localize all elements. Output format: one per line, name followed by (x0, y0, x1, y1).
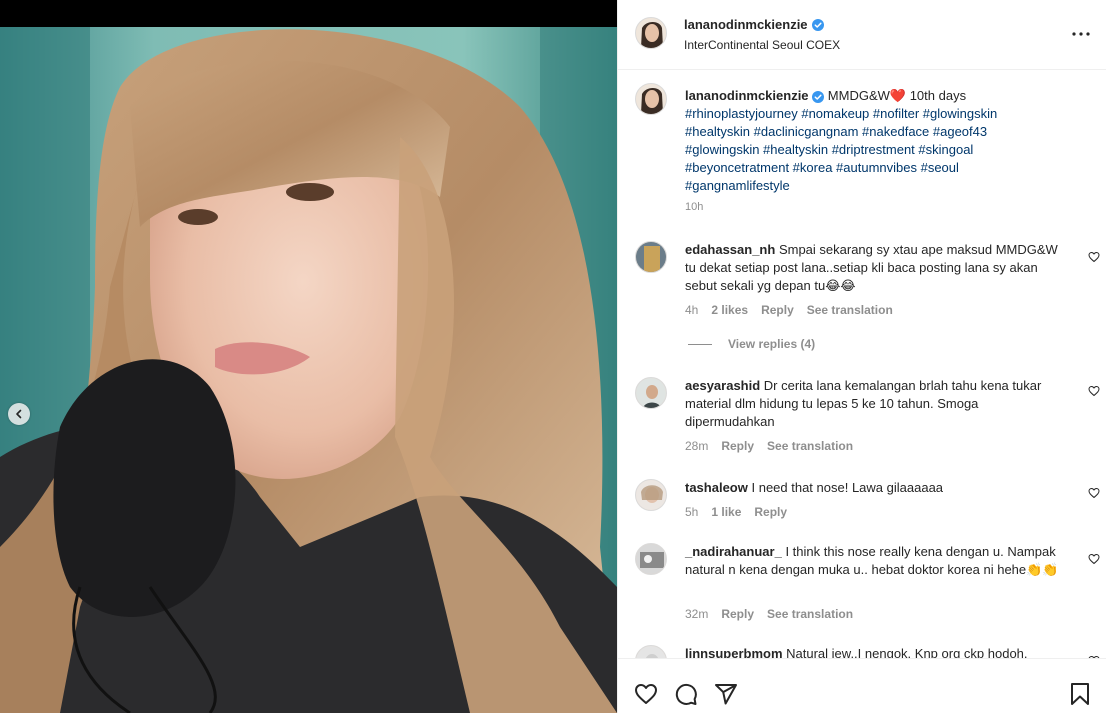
bookmark-icon[interactable] (1068, 682, 1092, 706)
comment-reply-button[interactable]: Reply (754, 505, 787, 519)
commenter-avatar[interactable] (635, 645, 667, 658)
verified-badge-icon (812, 90, 825, 103)
caption-timestamp: 10h (685, 201, 704, 213)
commenter-avatar-image (636, 242, 666, 272)
commenter-avatar[interactable] (635, 479, 667, 511)
comment-reply-button[interactable]: Reply (721, 607, 754, 621)
comment-like-heart-icon[interactable] (1088, 553, 1100, 565)
commenter-avatar-image (636, 544, 666, 574)
view-replies-button[interactable]: View replies (4) (688, 337, 815, 351)
comment-text-block: edahassan_nh Smpai sekarang sy xtau ape … (685, 241, 1063, 295)
comment-text: Natural jew..I nengok. Knp org ckp hodoh… (786, 646, 1028, 658)
comment-like-heart-icon[interactable] (1088, 251, 1100, 263)
comment-time: 32m (685, 607, 709, 621)
post-photo (0, 27, 617, 713)
comment-translate-button[interactable]: See translation (767, 607, 853, 621)
view-replies-label: View replies (4) (728, 337, 816, 351)
comment-like-heart-icon[interactable] (1088, 385, 1100, 397)
comment-meta: 5h 1 like Reply (685, 505, 787, 519)
previous-media-button[interactable] (8, 403, 30, 425)
heart-icon[interactable] (634, 682, 658, 706)
media-top-bar (0, 0, 617, 27)
author-avatar[interactable] (635, 17, 667, 49)
header-username[interactable]: lananodinmckienzie (684, 17, 808, 32)
commenter-avatar-image (636, 480, 666, 510)
comments-scroll-area[interactable]: lananodinmckienzie MMDG&W❤️ 10th days #r… (618, 71, 1106, 658)
author-avatar-image (636, 18, 666, 48)
header-username-row: lananodinmckienzie (684, 17, 824, 32)
comment-text-block: _nadirahanuar_ I think this nose really … (685, 543, 1063, 579)
share-icon[interactable] (714, 682, 738, 706)
comment-username[interactable]: edahassan_nh (685, 242, 775, 257)
comment-time: 5h (685, 505, 699, 519)
caption-lead: MMDG&W❤️ 10th days (827, 88, 967, 103)
comment-meta: 28m Reply See translation (685, 439, 853, 453)
instagram-post-view: lananodinmckienzie InterContinental Seou… (0, 0, 1106, 713)
comment-reply-button[interactable]: Reply (721, 439, 754, 453)
comment-translate-button[interactable]: See translation (767, 439, 853, 453)
commenter-avatar-image (636, 378, 666, 408)
caption-hashtags[interactable]: #rhinoplastyjourney #nomakeup #nofilter … (685, 106, 997, 193)
commenter-avatar[interactable] (635, 543, 667, 575)
comment-username[interactable]: tashaleow (685, 480, 748, 495)
post-media (0, 0, 617, 713)
comment-username[interactable]: linnsuperbmom (685, 646, 783, 658)
caption-username[interactable]: lananodinmckienzie (685, 88, 809, 103)
comment-translate-button[interactable]: See translation (807, 303, 893, 317)
view-replies-line (688, 343, 712, 345)
comment-reply-button[interactable]: Reply (761, 303, 794, 317)
post-action-bar (618, 658, 1106, 713)
post-location[interactable]: InterContinental Seoul COEX (684, 38, 840, 52)
comment-likes[interactable]: 1 like (711, 505, 741, 519)
chevron-left-icon (16, 409, 22, 419)
comment-meta: 4h 2 likes Reply See translation (685, 303, 893, 317)
caption-avatar-image (636, 84, 666, 114)
comment-like-heart-icon[interactable] (1088, 487, 1100, 499)
more-options-icon (1072, 32, 1090, 36)
commenter-avatar-image (636, 646, 666, 658)
comment-time: 28m (685, 439, 709, 453)
commenter-avatar[interactable] (635, 241, 667, 273)
comment-username[interactable]: _nadirahanuar_ (685, 544, 782, 559)
commenter-avatar[interactable] (635, 377, 667, 409)
post-side-panel: lananodinmckienzie InterContinental Seou… (617, 0, 1106, 713)
comment-icon[interactable] (674, 682, 698, 706)
comment-text-block: aesyarashid Dr cerita lana kemalangan br… (685, 377, 1063, 431)
caption-text: lananodinmckienzie MMDG&W❤️ 10th days #r… (685, 87, 1055, 195)
comment-text: I need that nose! Lawa gilaaaaaa (751, 480, 944, 495)
caption-author-avatar[interactable] (635, 83, 667, 115)
comment-text-block: linnsuperbmom Natural jew..I nengok. Knp… (685, 645, 1063, 658)
comment-text-block: tashaleow I need that nose! Lawa gilaaaa… (685, 479, 1063, 497)
comment-time: 4h (685, 303, 699, 317)
more-options-button[interactable] (1070, 24, 1092, 44)
post-header: lananodinmckienzie InterContinental Seou… (618, 0, 1106, 70)
comment-meta: 32m Reply See translation (685, 607, 853, 621)
comment-likes[interactable]: 2 likes (711, 303, 748, 317)
verified-badge-icon (811, 18, 824, 31)
comment-username[interactable]: aesyarashid (685, 378, 760, 393)
